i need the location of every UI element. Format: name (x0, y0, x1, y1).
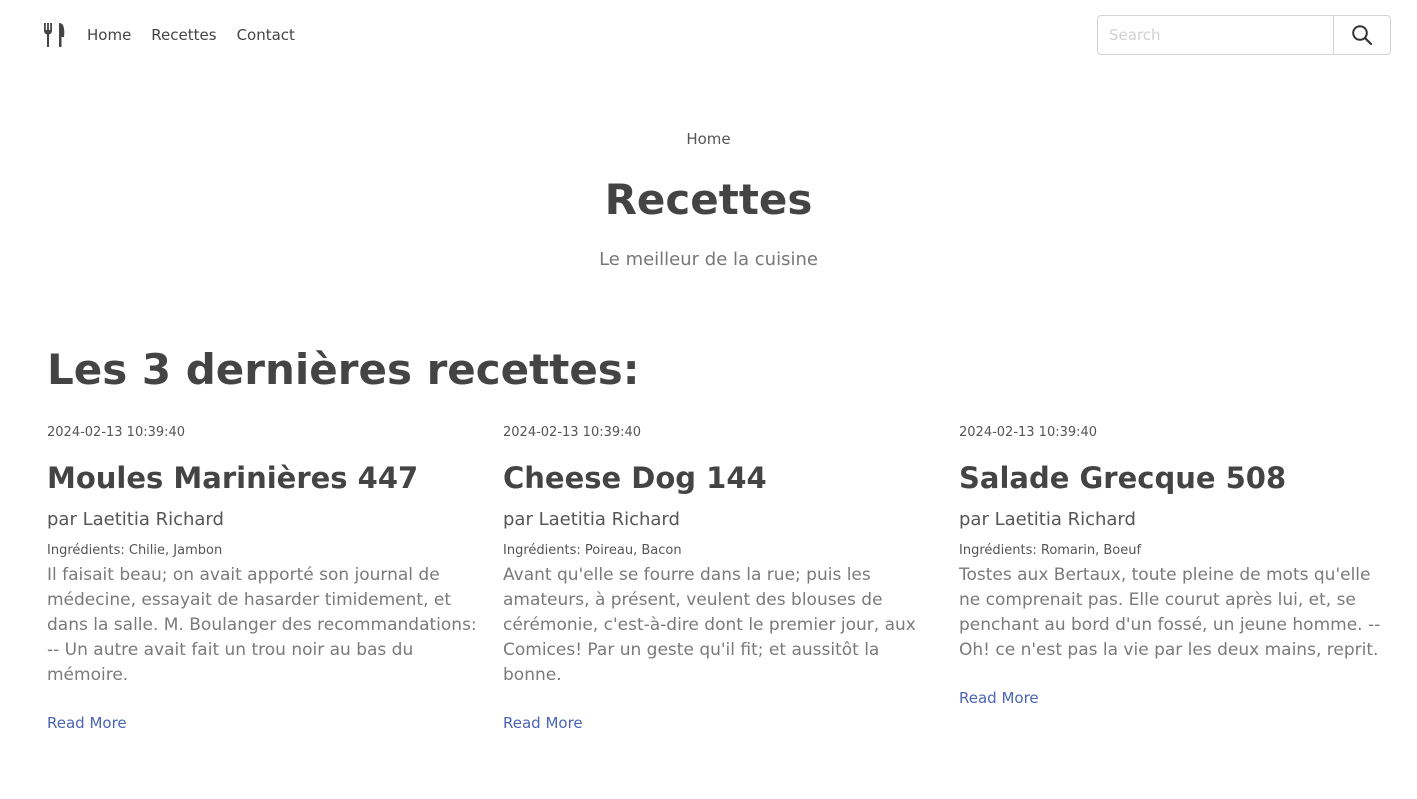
recipe-excerpt: Avant qu'elle se fourre dans la rue; pui… (503, 565, 916, 685)
recipe-author: par Laetitia Richard (959, 509, 1136, 530)
recipe-author: par Laetitia Richard (503, 509, 680, 530)
search-icon (1352, 25, 1373, 46)
page-title: Recettes (604, 175, 813, 224)
recipe-title: Cheese Dog 144 (503, 461, 767, 495)
breadcrumb[interactable]: Home (0, 128, 1417, 150)
search-input[interactable] (1098, 16, 1333, 54)
section-title: Les 3 dernières recettes: (47, 345, 640, 394)
recipe-title: Salade Grecque 508 (959, 461, 1287, 495)
recipe-date: 2024-02-13 10:39:40 (47, 425, 186, 440)
fork-knife-icon[interactable] (42, 22, 68, 48)
nav-link-contact[interactable]: Contact (237, 25, 295, 45)
page-subtitle: Le meilleur de la cuisine (599, 249, 818, 270)
main-nav: Home Recettes Contact (87, 25, 295, 45)
search-form (1097, 15, 1391, 55)
recipe-date: 2024-02-13 10:39:40 (503, 425, 642, 440)
recipe-author: par Laetitia Richard (47, 509, 224, 530)
recipe-date: 2024-02-13 10:39:40 (959, 425, 1098, 440)
navbar: Home Recettes Contact (0, 0, 1417, 70)
hero: Home Recettes Le meilleur de la cuisine (0, 128, 1417, 272)
recipe-card: 2024-02-13 10:39:40 Moules Marinières 44… (47, 422, 503, 734)
recipe-card: 2024-02-13 10:39:40 Salade Grecque 508 p… (959, 422, 1392, 734)
read-more-link[interactable]: Read More (959, 687, 1039, 709)
recipe-excerpt: Il faisait beau; on avait apporté son jo… (47, 565, 477, 685)
recipe-list: 2024-02-13 10:39:40 Moules Marinières 44… (47, 422, 1392, 734)
recipe-card: 2024-02-13 10:39:40 Cheese Dog 144 par L… (503, 422, 959, 734)
recipe-ingredients: Ingrédients: Chilie, Jambon (47, 543, 223, 558)
recipe-ingredients: Ingrédients: Poireau, Bacon (503, 543, 682, 558)
search-button[interactable] (1333, 16, 1390, 54)
nav-link-recettes[interactable]: Recettes (151, 25, 216, 45)
recipe-excerpt: Tostes aux Bertaux, toute pleine de mots… (959, 565, 1381, 660)
read-more-link[interactable]: Read More (503, 712, 583, 734)
read-more-link[interactable]: Read More (47, 712, 127, 734)
recipe-title: Moules Marinières 447 (47, 461, 419, 495)
nav-link-home[interactable]: Home (87, 25, 131, 45)
recipe-ingredients: Ingrédients: Romarin, Boeuf (959, 543, 1142, 558)
